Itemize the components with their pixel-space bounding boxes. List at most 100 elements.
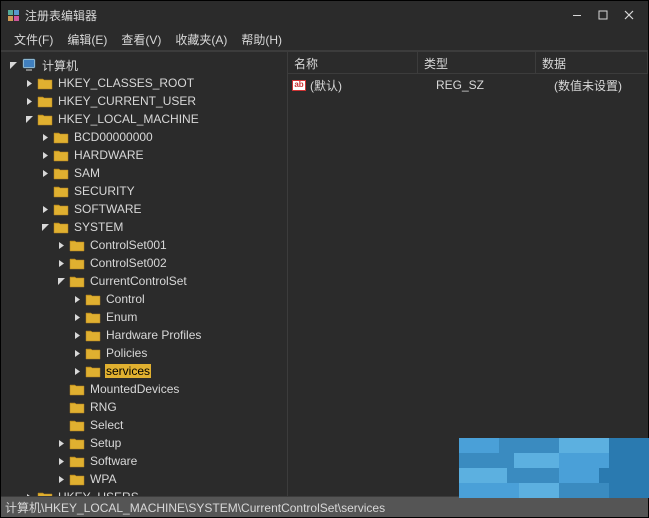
value-row[interactable]: ab (默认) REG_SZ (数值未设置): [288, 76, 648, 94]
tree-node[interactable]: Hardware Profiles: [71, 326, 287, 344]
tree-label: SECURITY: [73, 184, 136, 198]
folder-icon: [53, 203, 69, 216]
tree-node[interactable]: ControlSet001: [55, 236, 287, 254]
expand-toggle[interactable]: [71, 365, 83, 377]
expand-toggle[interactable]: [55, 239, 67, 251]
folder-icon: [53, 167, 69, 180]
status-bar: 计算机\HKEY_LOCAL_MACHINE\SYSTEM\CurrentCon…: [1, 497, 648, 517]
tree-node[interactable]: HKEY_CURRENT_USER: [23, 92, 287, 110]
menu-view[interactable]: 查看(V): [114, 31, 168, 48]
main-area: 计算机HKEY_CLASSES_ROOT HKEY_CURRENT_USER HKE…: [1, 51, 648, 497]
tree-label: RNG: [89, 400, 118, 414]
tree-label: ControlSet002: [89, 256, 168, 270]
tree-label: SAM: [73, 166, 101, 180]
tree-node[interactable]: CurrentControlSet: [55, 272, 287, 290]
tree-node[interactable]: ControlSet002: [55, 254, 287, 272]
minimize-button[interactable]: [564, 5, 590, 25]
tree-label: Setup: [89, 436, 122, 450]
tree-label: ControlSet001: [89, 238, 168, 252]
tree-label: HKEY_CURRENT_USER: [57, 94, 197, 108]
tree-node[interactable]: services: [71, 362, 287, 380]
list-rows: ab (默认) REG_SZ (数值未设置): [288, 74, 648, 496]
expand-toggle[interactable]: [39, 203, 51, 215]
tree-node[interactable]: Control: [71, 290, 287, 308]
menu-file[interactable]: 文件(F): [7, 31, 60, 48]
folder-icon: [69, 401, 85, 414]
tree-node[interactable]: SECURITY: [39, 182, 287, 200]
registry-editor-window: 注册表编辑器 文件(F) 编辑(E) 查看(V) 收藏夹(A) 帮助(H) 计算…: [0, 0, 649, 518]
expand-toggle[interactable]: [39, 149, 51, 161]
tree-node[interactable]: Software: [55, 452, 287, 470]
tree-node[interactable]: HKEY_USERS: [23, 488, 287, 496]
col-data[interactable]: 数据: [536, 52, 648, 73]
string-icon: ab: [292, 80, 306, 91]
expand-toggle[interactable]: [71, 329, 83, 341]
menu-favorites[interactable]: 收藏夹(A): [168, 31, 234, 48]
expand-toggle[interactable]: [23, 95, 35, 107]
tree-node[interactable]: HKEY_CLASSES_ROOT: [23, 74, 287, 92]
computer-icon: [21, 58, 37, 72]
expand-toggle[interactable]: [71, 293, 83, 305]
menu-edit[interactable]: 编辑(E): [60, 31, 114, 48]
tree-node[interactable]: WPA: [55, 470, 287, 488]
tree-node[interactable]: BCD00000000: [39, 128, 287, 146]
tree-label: BCD00000000: [73, 130, 154, 144]
maximize-button[interactable]: [590, 5, 616, 25]
value-data: (数值未设置): [554, 77, 644, 94]
tree-label: SOFTWARE: [73, 202, 143, 216]
folder-icon: [53, 185, 69, 198]
folder-icon: [53, 149, 69, 162]
tree-node[interactable]: Select: [55, 416, 287, 434]
collapse-toggle[interactable]: [55, 275, 67, 287]
col-name[interactable]: 名称: [288, 52, 418, 73]
tree-node[interactable]: Setup: [55, 434, 287, 452]
list-pane: 名称 类型 数据 ab (默认) REG_SZ (数值未设置): [288, 52, 648, 496]
tree-label: 计算机: [41, 57, 79, 74]
expand-toggle[interactable]: [39, 131, 51, 143]
expand-toggle[interactable]: [55, 257, 67, 269]
folder-icon: [69, 437, 85, 450]
col-type[interactable]: 类型: [418, 52, 536, 73]
folder-icon: [69, 473, 85, 486]
expand-toggle[interactable]: [71, 347, 83, 359]
app-icon: [7, 8, 21, 22]
menu-help[interactable]: 帮助(H): [234, 31, 289, 48]
tree-label: Policies: [105, 346, 148, 360]
tree-label: Control: [105, 292, 146, 306]
tree-node[interactable]: SYSTEM: [39, 218, 287, 236]
tree-node[interactable]: Policies: [71, 344, 287, 362]
tree-label: MountedDevices: [89, 382, 180, 396]
collapse-toggle[interactable]: [39, 221, 51, 233]
expand-toggle[interactable]: [55, 473, 67, 485]
tree-label: Hardware Profiles: [105, 328, 202, 342]
tree-node[interactable]: MountedDevices: [55, 380, 287, 398]
tree-label: WPA: [89, 472, 117, 486]
folder-icon: [69, 455, 85, 468]
close-button[interactable]: [616, 5, 642, 25]
tree-node[interactable]: SOFTWARE: [39, 200, 287, 218]
tree-node[interactable]: 计算机: [7, 56, 287, 74]
expand-toggle[interactable]: [55, 437, 67, 449]
expand-toggle[interactable]: [39, 167, 51, 179]
folder-icon: [85, 365, 101, 378]
collapse-toggle[interactable]: [7, 59, 19, 71]
watermark: [459, 438, 649, 498]
folder-icon: [85, 329, 101, 342]
folder-icon: [85, 347, 101, 360]
tree-node[interactable]: HARDWARE: [39, 146, 287, 164]
tree-node[interactable]: RNG: [55, 398, 287, 416]
expand-toggle[interactable]: [23, 491, 35, 496]
tree-label: HARDWARE: [73, 148, 145, 162]
expand-toggle[interactable]: [55, 455, 67, 467]
menubar: 文件(F) 编辑(E) 查看(V) 收藏夹(A) 帮助(H): [1, 29, 648, 51]
tree-pane[interactable]: 计算机HKEY_CLASSES_ROOT HKEY_CURRENT_USER HKE…: [1, 52, 288, 496]
tree-node[interactable]: SAM: [39, 164, 287, 182]
folder-icon: [37, 113, 53, 126]
collapse-toggle[interactable]: [23, 113, 35, 125]
tree-label: Enum: [105, 310, 138, 324]
tree-node[interactable]: HKEY_LOCAL_MACHINE: [23, 110, 287, 128]
tree-node[interactable]: Enum: [71, 308, 287, 326]
titlebar: 注册表编辑器: [1, 1, 648, 29]
expand-toggle[interactable]: [71, 311, 83, 323]
expand-toggle[interactable]: [23, 77, 35, 89]
